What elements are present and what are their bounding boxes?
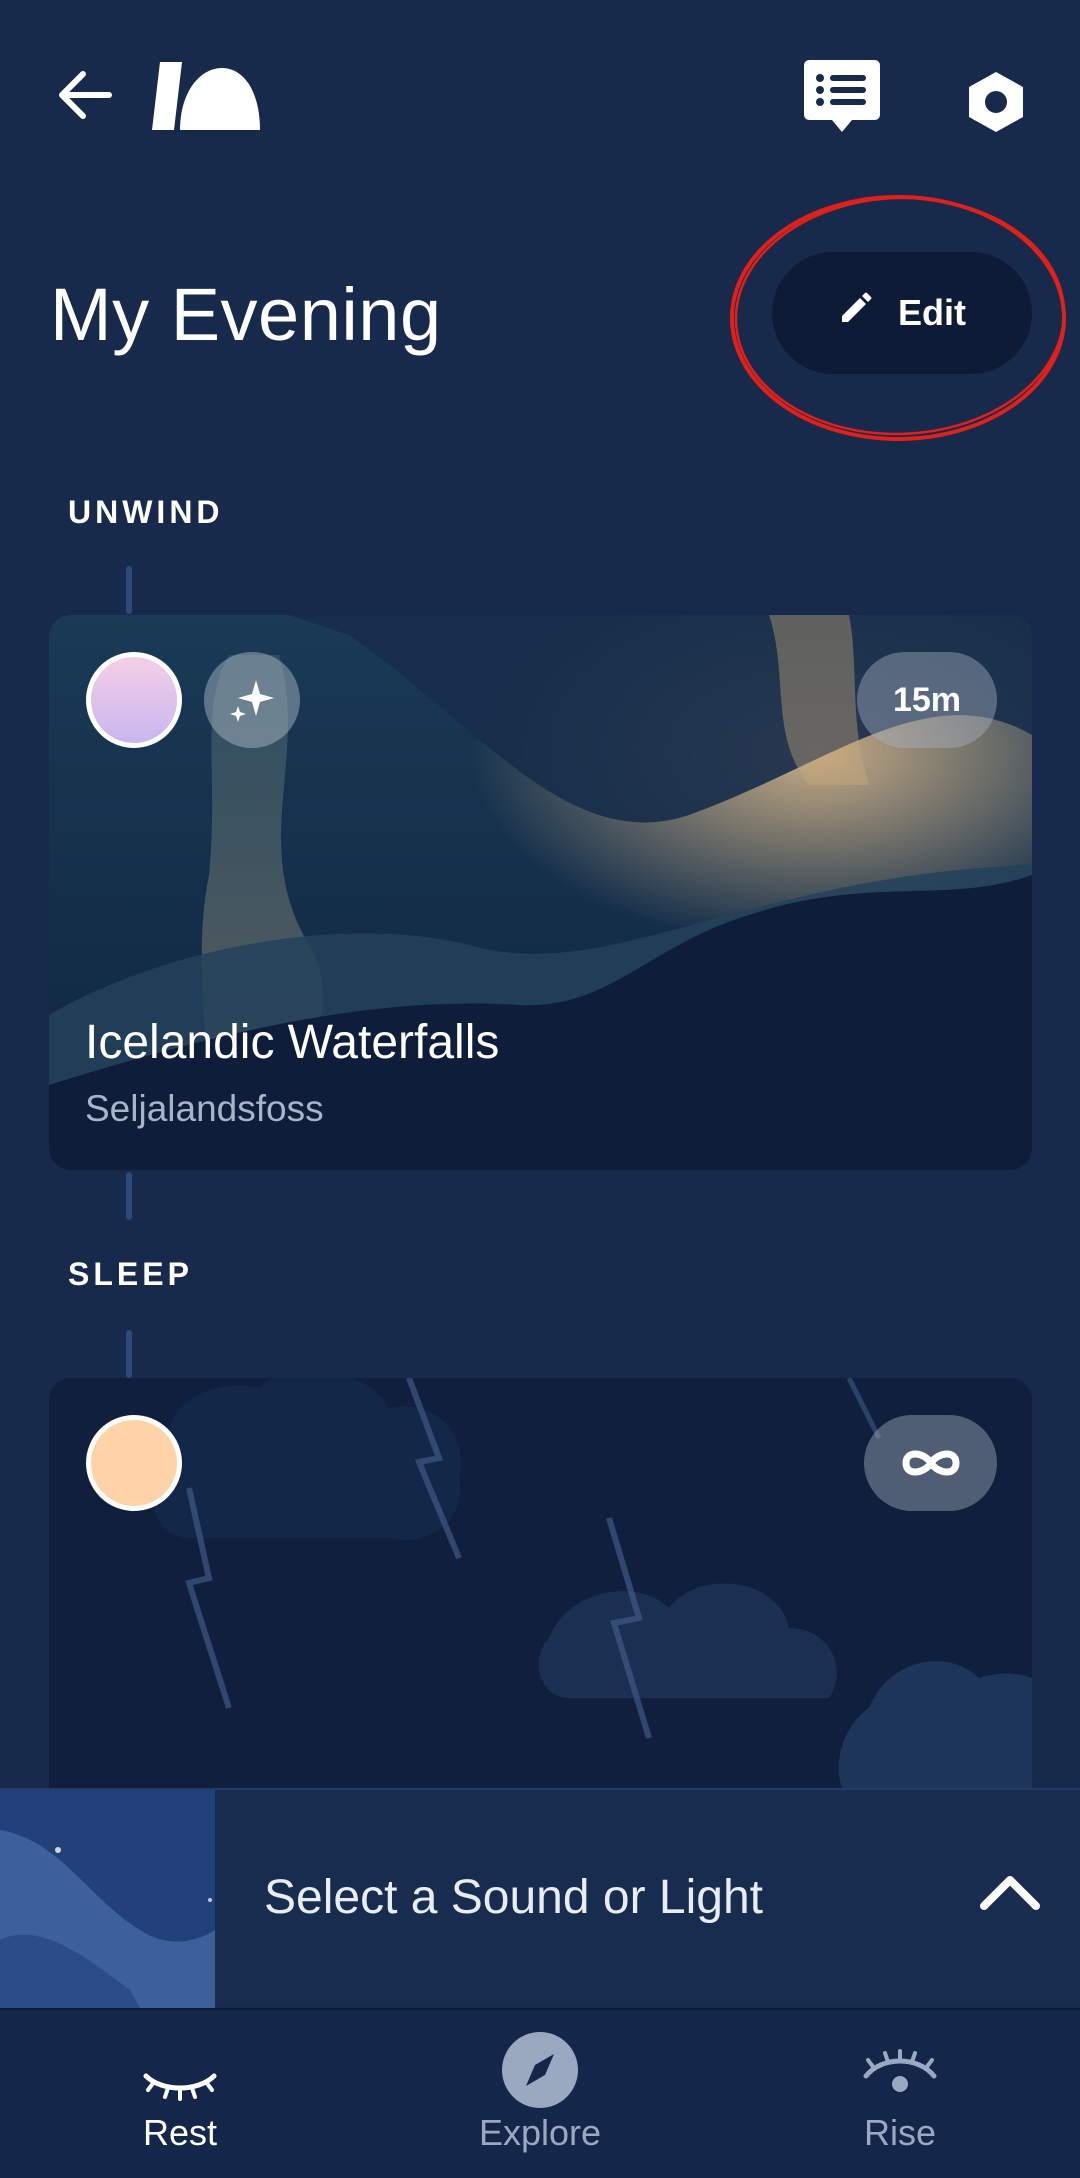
hatch-logo-icon [152, 62, 262, 130]
nav-label-explore: Explore [478, 2112, 602, 2153]
page-title: My Evening [50, 273, 442, 356]
timeline-connector [126, 566, 132, 614]
section-label-unwind: UNWIND [68, 494, 224, 530]
edit-button[interactable]: Edit [772, 252, 1032, 374]
player-thumbnail [0, 1790, 215, 2008]
now-playing-bar[interactable]: Select a Sound or Light [0, 1788, 1080, 2008]
timeline-connector [126, 1330, 132, 1378]
nav-label-rest: Rest [142, 2112, 218, 2153]
unwind-card[interactable]: 15m Icelandic Waterfalls Seljalandsfoss [49, 615, 1032, 1170]
nav-item-explore[interactable]: Explore [420, 2010, 660, 2178]
chat-list-icon[interactable] [800, 56, 884, 146]
sparkles-icon [204, 652, 300, 748]
edit-label: Edit [898, 292, 966, 333]
infinity-icon [864, 1415, 997, 1511]
timeline-connector [126, 1172, 132, 1220]
open-eye-icon [860, 2030, 940, 2110]
nav-item-rise[interactable]: Rise [780, 2010, 1020, 2178]
nav-label-rise: Rise [863, 2112, 937, 2153]
chevron-up-icon[interactable] [978, 1862, 1042, 1926]
card-subtitle: Seljalandsfoss [85, 1088, 324, 1129]
player-prompt: Select a Sound or Light [264, 1871, 764, 1924]
card-title: Icelandic Waterfalls [85, 1016, 500, 1069]
compass-icon [500, 2030, 580, 2110]
color-chip [86, 1415, 182, 1511]
settings-hexagon-icon[interactable] [952, 58, 1040, 146]
color-chip [86, 652, 182, 748]
back-arrow-icon[interactable] [50, 60, 120, 130]
bottom-nav: Rest Explore Rise [0, 2008, 1080, 2178]
sleep-card[interactable] [49, 1378, 1032, 1798]
section-label-sleep: SLEEP [68, 1256, 193, 1292]
nav-item-rest[interactable]: Rest [60, 2010, 300, 2178]
top-bar [0, 0, 1080, 200]
pencil-icon [838, 292, 872, 335]
duration-badge: 15m [857, 652, 997, 748]
closed-eye-icon [140, 2030, 220, 2110]
